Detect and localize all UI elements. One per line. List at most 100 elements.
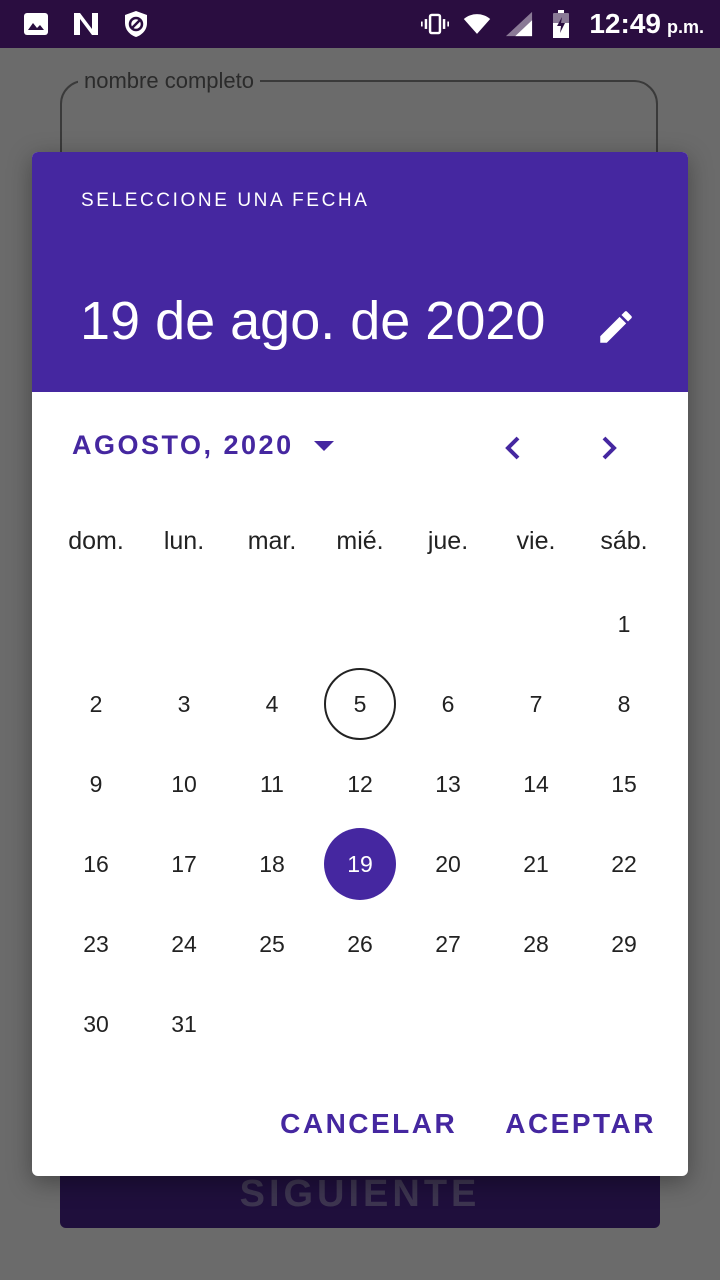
calendar-day[interactable]: 8 bbox=[580, 664, 668, 744]
calendar-day[interactable]: 21 bbox=[492, 824, 580, 904]
blocked-icon bbox=[122, 10, 150, 38]
dialog-actions: CANCELAR ACEPTAR bbox=[280, 1108, 656, 1140]
calendar-day-number: 9 bbox=[89, 770, 103, 797]
calendar-day-number: 7 bbox=[529, 690, 543, 717]
weekday-label: jue. bbox=[427, 527, 469, 555]
calendar-day-number: 4 bbox=[265, 690, 279, 717]
next-month-button[interactable] bbox=[588, 428, 628, 468]
signal-icon bbox=[505, 10, 533, 38]
accept-button[interactable]: ACEPTAR bbox=[505, 1108, 656, 1140]
weekday-label: mié. bbox=[336, 527, 384, 555]
wifi-icon bbox=[463, 10, 491, 38]
calendar-empty-cell bbox=[404, 584, 492, 664]
weekday-label: vie. bbox=[516, 527, 556, 555]
calendar-day[interactable]: 4 bbox=[228, 664, 316, 744]
calendar-day-number: 12 bbox=[347, 770, 373, 797]
calendar-day-number: 20 bbox=[435, 850, 461, 877]
calendar-day-number: 1 bbox=[617, 610, 631, 637]
calendar-day[interactable]: 23 bbox=[52, 904, 140, 984]
calendar-day[interactable]: 13 bbox=[404, 744, 492, 824]
calendar-day[interactable]: 24 bbox=[140, 904, 228, 984]
calendar-day[interactable]: 26 bbox=[316, 904, 404, 984]
calendar-day-number: 23 bbox=[83, 930, 109, 957]
month-year-label: AGOSTO, 2020 bbox=[72, 430, 294, 460]
month-year-selector[interactable]: AGOSTO, 2020 bbox=[72, 430, 334, 461]
calendar-empty-cell bbox=[316, 584, 404, 664]
calendar-day-selected[interactable]: 19 bbox=[316, 824, 404, 904]
calendar-day-number: 10 bbox=[171, 770, 197, 797]
calendar-day-number: 14 bbox=[523, 770, 549, 797]
selected-date-headline: 19 de ago. de 2020 bbox=[80, 291, 546, 351]
calendar-day-number: 6 bbox=[441, 690, 455, 717]
calendar-day[interactable]: 14 bbox=[492, 744, 580, 824]
calendar-empty-cell bbox=[52, 584, 140, 664]
image-icon bbox=[22, 10, 50, 38]
calendar-day-number: 21 bbox=[523, 850, 549, 877]
calendar-empty-cell bbox=[228, 584, 316, 664]
weekday-header: dom. lun. mar. mié. jue. vie. sáb. bbox=[52, 527, 668, 556]
calendar-day-today[interactable]: 5 bbox=[316, 664, 404, 744]
previous-month-button[interactable] bbox=[494, 428, 534, 468]
calendar-day[interactable]: 22 bbox=[580, 824, 668, 904]
weekday-label: dom. bbox=[68, 527, 124, 555]
calendar-day[interactable]: 11 bbox=[228, 744, 316, 824]
calendar-day[interactable]: 31 bbox=[140, 984, 228, 1064]
edit-pencil-icon[interactable] bbox=[595, 306, 637, 348]
calendar-day[interactable]: 16 bbox=[52, 824, 140, 904]
calendar-day-number: 8 bbox=[617, 690, 631, 717]
calendar-day[interactable]: 15 bbox=[580, 744, 668, 824]
calendar-day-number: 19 bbox=[324, 828, 396, 900]
calendar-day-number: 3 bbox=[177, 690, 191, 717]
dialog-header: SELECCIONE UNA FECHA 19 de ago. de 2020 bbox=[32, 152, 688, 392]
calendar-day[interactable]: 2 bbox=[52, 664, 140, 744]
calendar-day[interactable]: 25 bbox=[228, 904, 316, 984]
calendar-day-number: 29 bbox=[611, 930, 637, 957]
calendar-day[interactable]: 29 bbox=[580, 904, 668, 984]
dialog-title: SELECCIONE UNA FECHA bbox=[81, 190, 370, 211]
weekday-label: sáb. bbox=[600, 527, 648, 555]
calendar-day[interactable]: 9 bbox=[52, 744, 140, 824]
dropdown-arrow-icon bbox=[313, 440, 334, 451]
calendar-day-number: 25 bbox=[259, 930, 285, 957]
calendar-day[interactable]: 3 bbox=[140, 664, 228, 744]
calendar-day[interactable]: 12 bbox=[316, 744, 404, 824]
calendar-day-number: 2 bbox=[89, 690, 103, 717]
calendar-day[interactable]: 20 bbox=[404, 824, 492, 904]
vibrate-icon bbox=[421, 10, 450, 38]
status-bar: 12:49 p.m. bbox=[0, 0, 720, 48]
weekday-label: lun. bbox=[163, 527, 205, 555]
calendar-day[interactable]: 7 bbox=[492, 664, 580, 744]
calendar-day-number: 27 bbox=[435, 930, 461, 957]
calendar-day-number: 31 bbox=[171, 1010, 197, 1037]
calendar-day-number: 28 bbox=[523, 930, 549, 957]
calendar-day-number: 22 bbox=[611, 850, 637, 877]
calendar-empty-cell bbox=[492, 584, 580, 664]
calendar-day[interactable]: 6 bbox=[404, 664, 492, 744]
chevron-right-icon bbox=[602, 436, 617, 460]
date-picker-dialog: SELECCIONE UNA FECHA 19 de ago. de 2020 … bbox=[32, 152, 688, 1176]
battery-icon bbox=[547, 10, 575, 38]
calendar-day-number: 17 bbox=[171, 850, 197, 877]
calendar-day-number: 13 bbox=[435, 770, 461, 797]
calendar-day-number: 15 bbox=[611, 770, 637, 797]
calendar-empty-cell bbox=[140, 584, 228, 664]
calendar-day-number: 11 bbox=[260, 770, 284, 797]
calendar-day[interactable]: 30 bbox=[52, 984, 140, 1064]
calendar-day-number: 18 bbox=[259, 850, 285, 877]
calendar-day-number: 5 bbox=[324, 668, 396, 740]
clock-ampm: p.m. bbox=[666, 16, 704, 37]
calendar-day[interactable]: 18 bbox=[228, 824, 316, 904]
cancel-button[interactable]: CANCELAR bbox=[280, 1108, 457, 1140]
calendar-day[interactable]: 10 bbox=[140, 744, 228, 824]
chevron-left-icon bbox=[505, 436, 520, 460]
calendar-day[interactable]: 1 bbox=[580, 584, 668, 664]
weekday-label: mar. bbox=[247, 527, 297, 555]
month-navigation: AGOSTO, 2020 bbox=[32, 422, 688, 478]
clock-time: 12:49 bbox=[589, 8, 661, 39]
calendar-day-number: 16 bbox=[83, 850, 109, 877]
n-app-icon bbox=[72, 10, 100, 38]
calendar-day[interactable]: 17 bbox=[140, 824, 228, 904]
calendar-day-number: 24 bbox=[171, 930, 197, 957]
calendar-day[interactable]: 27 bbox=[404, 904, 492, 984]
calendar-day[interactable]: 28 bbox=[492, 904, 580, 984]
